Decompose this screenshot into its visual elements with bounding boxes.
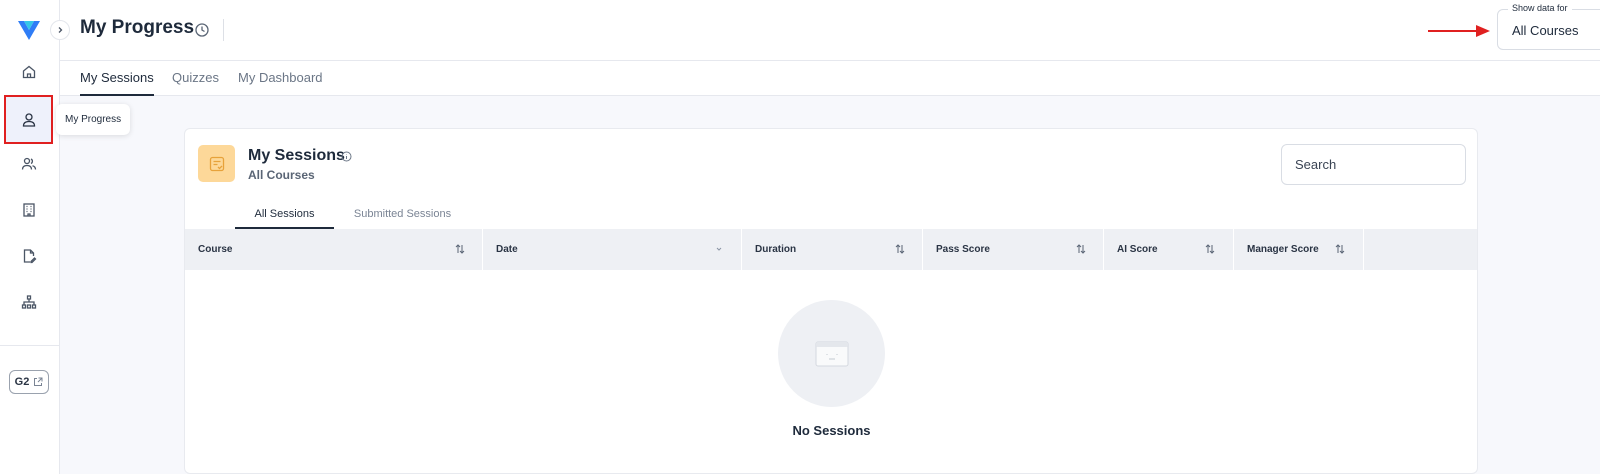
sort-icon[interactable] (1334, 243, 1346, 255)
external-link-icon (34, 377, 43, 386)
show-data-for-select[interactable]: Show data for All Courses (1497, 3, 1600, 50)
column-label-pass-score: Pass Score (936, 244, 990, 255)
page-title: My Progress (80, 17, 195, 38)
sort-icon[interactable] (1075, 243, 1087, 255)
chevron-right-icon (58, 27, 63, 33)
column-header-manager-score[interactable]: Manager Score (1234, 229, 1364, 270)
tab-quizzes[interactable]: Quizzes (172, 70, 219, 96)
filter-legend: Show data for (1508, 3, 1572, 13)
building-icon (23, 203, 35, 217)
sort-icon[interactable] (1204, 243, 1216, 255)
filter-value: All Courses (1512, 23, 1579, 38)
sidebar-item-team[interactable] (6, 142, 52, 186)
sessions-card-icon (198, 145, 235, 182)
column-label-date: Date (496, 244, 518, 255)
info-icon[interactable] (341, 151, 352, 162)
sidebar-item-organization[interactable] (6, 188, 52, 232)
home-icon (22, 65, 36, 79)
column-label-duration: Duration (755, 244, 797, 255)
tab-my-dashboard[interactable]: My Dashboard (238, 70, 323, 96)
column-header-course[interactable]: Course (185, 229, 483, 270)
sort-icon[interactable] (894, 243, 906, 255)
column-header-date[interactable]: Date (483, 229, 742, 270)
sidebar-item-my-progress[interactable] (4, 95, 53, 144)
sidebar-item-hierarchy[interactable] (6, 280, 52, 324)
column-header-pass-score[interactable]: Pass Score (923, 229, 1104, 270)
sidebar-divider (0, 345, 59, 346)
column-label-course: Course (198, 244, 233, 255)
hierarchy-icon (21, 295, 37, 309)
user-icon (22, 112, 35, 127)
red-arrow-annotation (1428, 25, 1490, 37)
sidebar: G2 (0, 0, 60, 474)
history-icon[interactable] (194, 22, 210, 38)
column-header-duration[interactable]: Duration (742, 229, 923, 270)
file-edit-icon (23, 249, 37, 264)
tab-my-sessions[interactable]: My Sessions (80, 70, 154, 96)
subtab-all-sessions[interactable]: All Sessions (235, 208, 334, 229)
column-label-ai-score: AI Score (1117, 244, 1158, 255)
sidebar-item-documents[interactable] (6, 234, 52, 278)
table-header: Course Date Duration Pass Score AI Score… (185, 229, 1477, 270)
sidebar-item-home[interactable] (6, 50, 52, 94)
empty-window-icon (815, 341, 848, 366)
chevron-down-icon[interactable] (713, 243, 725, 255)
column-header-ai-score[interactable]: AI Score (1104, 229, 1234, 270)
app-logo-icon[interactable] (17, 18, 41, 42)
search-input[interactable] (1281, 144, 1466, 185)
column-label-manager-score: Manager Score (1247, 244, 1319, 255)
page-tabs: My Sessions Quizzes My Dashboard (60, 61, 1600, 96)
empty-state-message: No Sessions (792, 423, 871, 438)
g2-link-button[interactable]: G2 (9, 370, 49, 394)
sidebar-tooltip: My Progress (56, 104, 131, 135)
subtab-submitted-sessions[interactable]: Submitted Sessions (345, 208, 460, 229)
note-check-icon (209, 156, 224, 171)
card-title: My Sessions (248, 147, 345, 164)
sessions-card: My Sessions All Courses All Sessions Sub… (184, 128, 1478, 474)
card-subtitle: All Courses (248, 168, 315, 182)
page-header: My Progress Show data for All Courses (60, 0, 1600, 61)
title-divider (223, 19, 224, 41)
sort-icon[interactable] (454, 243, 466, 255)
empty-state-illustration (778, 300, 885, 407)
users-icon (21, 157, 37, 170)
g2-label: G2 (14, 376, 30, 388)
sidebar-toggle-button[interactable] (50, 20, 70, 40)
